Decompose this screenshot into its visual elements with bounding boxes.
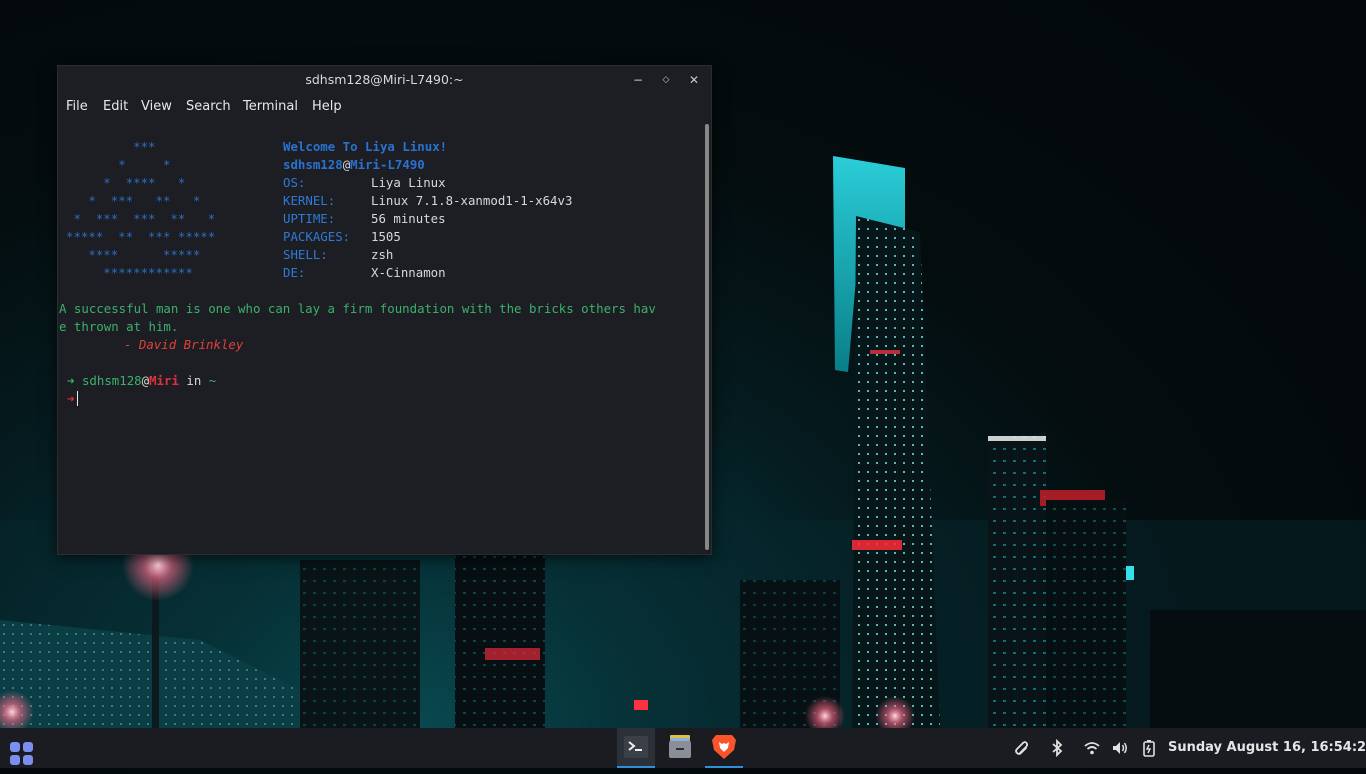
menu-view[interactable]: View <box>141 99 172 114</box>
battery-icon[interactable] <box>1140 739 1158 757</box>
info-value-de: X-Cinnamon <box>371 265 446 280</box>
scrollbar[interactable] <box>705 124 709 550</box>
ascii-art-line: * * <box>66 157 171 172</box>
window-titlebar[interactable]: sdhsm128@Miri-L7490:~ − ◇ ✕ <box>58 66 711 94</box>
info-value-kernel: Linux 7.1.8-xanmod1-1-x64v3 <box>371 193 573 208</box>
ascii-art-line: * **** * <box>66 175 186 190</box>
minimize-button[interactable]: − <box>629 71 647 89</box>
ascii-art-line: **** ***** <box>66 247 201 262</box>
volume-icon[interactable] <box>1111 739 1129 757</box>
info-value-shell: zsh <box>371 247 394 262</box>
welcome-text: Welcome To Liya Linux! <box>283 139 448 154</box>
ascii-art-line: * *** *** ** * <box>66 211 216 226</box>
terminal-icon <box>624 736 648 758</box>
brave-browser-icon <box>712 735 736 759</box>
prompt-at: @ <box>141 373 150 388</box>
info-label-os: OS: <box>283 175 306 190</box>
menu-file[interactable]: File <box>66 99 88 114</box>
file-manager-icon <box>669 735 691 758</box>
paperclip-icon[interactable] <box>1011 739 1029 757</box>
prompt-user: sdhsm128 <box>81 373 142 388</box>
info-label-shell: SHELL: <box>283 247 328 262</box>
info-label-uptime: UPTIME: <box>283 211 336 226</box>
info-label-kernel: KERNEL: <box>283 193 336 208</box>
prompt-in: in <box>186 373 202 388</box>
input-line[interactable]: ➜ <box>67 390 79 408</box>
maximize-button[interactable]: ◇ <box>657 71 675 89</box>
host-name: Miri-L7490 <box>350 157 425 172</box>
info-value-packages: 1505 <box>371 229 401 244</box>
info-value-uptime: 56 minutes <box>371 211 446 226</box>
clock[interactable]: Sunday August 16, 16:54:23 <box>1168 740 1366 755</box>
bluetooth-icon[interactable] <box>1048 739 1066 757</box>
prompt-arrow-icon: ➜ <box>67 391 75 406</box>
quote-text-continued: e thrown at him. <box>59 319 179 334</box>
menu-terminal[interactable]: Terminal <box>243 99 298 114</box>
ascii-art-line: ***** ** *** ***** <box>66 229 216 244</box>
ascii-art-line: *** <box>66 139 156 154</box>
terminal-output[interactable]: *** * * * **** * * *** ** * * *** *** **… <box>58 122 703 552</box>
ascii-art-line: * *** ** * <box>66 193 201 208</box>
info-label-de: DE: <box>283 265 306 280</box>
wifi-icon[interactable] <box>1083 739 1101 757</box>
ascii-art-line: ************ <box>66 265 193 280</box>
prompt-arrow-icon: ➜ <box>67 373 75 388</box>
prompt-host: Miri <box>149 373 179 388</box>
quote-text: A successful man is one who can lay a fi… <box>59 301 656 316</box>
menu-edit[interactable]: Edit <box>103 99 128 114</box>
taskbar-files-button[interactable] <box>661 728 699 768</box>
prompt-dir: ~ <box>208 373 217 388</box>
window-title: sdhsm128@Miri-L7490:~ <box>305 72 464 87</box>
info-label-packages: PACKAGES: <box>283 229 351 244</box>
text-cursor <box>77 391 79 406</box>
menu-help[interactable]: Help <box>312 99 342 114</box>
close-button[interactable]: ✕ <box>685 71 703 89</box>
user-name: sdhsm128 <box>283 157 343 172</box>
apps-grid-icon[interactable] <box>8 734 36 774</box>
menubar: File Edit View Search Terminal Help <box>58 94 711 122</box>
user-host-line: sdhsm128@Miri-L7490 <box>283 156 425 174</box>
prompt-line: ➜ sdhsm128@Miri in ~ <box>67 372 216 390</box>
menu-search[interactable]: Search <box>186 99 231 114</box>
terminal-window[interactable]: sdhsm128@Miri-L7490:~ − ◇ ✕ File Edit Vi… <box>57 65 712 555</box>
taskbar-brave-button[interactable] <box>705 728 743 768</box>
quote-author: - David Brinkley <box>124 337 244 352</box>
info-value-os: Liya Linux <box>371 175 446 190</box>
taskbar-terminal-button[interactable] <box>617 728 655 768</box>
